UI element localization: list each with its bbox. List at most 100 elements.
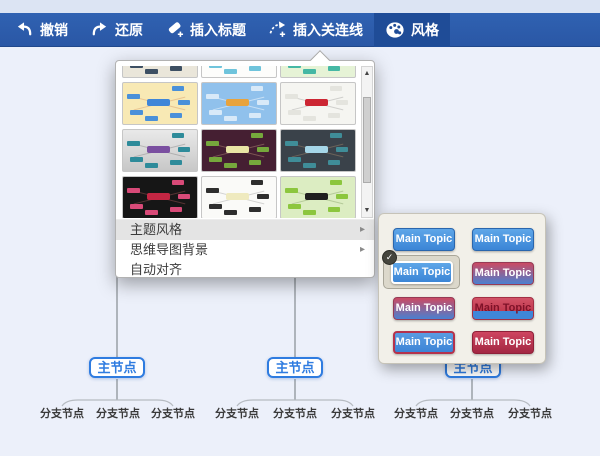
scroll-up-icon[interactable]: ▲	[362, 67, 372, 80]
thumbnail-branch-node	[327, 113, 341, 119]
thumbnail-branch-node	[169, 207, 183, 213]
thumbnail-branch-node	[303, 209, 316, 215]
thumbnail-branch-node	[248, 113, 262, 119]
thumbnail-branch-node	[224, 68, 237, 74]
undo-button[interactable]: 撤销	[4, 13, 79, 47]
thumbnail-branch-node	[329, 86, 343, 92]
main-topic-style-option-selected[interactable]: Main Topic	[391, 261, 453, 284]
branch-node[interactable]: 分支节点	[149, 405, 197, 421]
thumbnail-branch-node	[206, 93, 220, 99]
main-topic-style-option[interactable]: Main Topic	[472, 331, 534, 354]
theme-thumbnail[interactable]	[280, 129, 356, 172]
window-top-strip	[0, 0, 600, 13]
main-topic-style-option[interactable]: Main Topic	[393, 228, 455, 251]
main-topic-style-option[interactable]: Main Topic	[472, 262, 534, 285]
theme-thumbnail[interactable]	[280, 176, 356, 218]
theme-thumbnail[interactable]	[122, 129, 198, 172]
thumbnail-branch-node	[256, 147, 270, 153]
main-topic-style-option[interactable]: Main Topic	[472, 228, 534, 251]
branch-node[interactable]: 分支节点	[94, 405, 142, 421]
menu-item-mindmap-background[interactable]: 思维导图背景 ▸	[116, 240, 374, 260]
insert-title-button[interactable]: 插入标题	[154, 13, 257, 47]
theme-thumbnail[interactable]	[280, 82, 356, 125]
scroll-down-icon[interactable]: ▼	[362, 204, 372, 217]
thumbnail-branch-node	[169, 160, 183, 166]
thumbnail-branch-node	[285, 140, 299, 146]
thumbnail-branch-node	[145, 209, 158, 215]
mindmap-app-window: 撤销 还原 插入标题 插入关连线 风格 主节点 主节点 主节点 分支节点 分支节…	[0, 0, 600, 456]
thumbnail-branch-node	[169, 113, 183, 119]
thumbnail-branch-node	[327, 160, 341, 166]
thumbnail-branch-node	[285, 187, 299, 193]
branch-node[interactable]: 分支节点	[392, 405, 440, 421]
menu-item-label: 思维导图背景	[130, 242, 209, 257]
theme-thumbnail[interactable]	[122, 176, 198, 218]
scrollbar-thumb[interactable]	[363, 97, 371, 183]
thumbnail-branch-node	[177, 194, 191, 200]
thumbnail-branch-node	[206, 187, 220, 193]
theme-scrollbar[interactable]: ▲ ▼	[361, 66, 373, 218]
thumbnail-branch-node	[177, 147, 191, 153]
redo-icon	[90, 20, 109, 39]
theme-thumbnail[interactable]	[201, 66, 277, 78]
main-toolbar: 撤销 还原 插入标题 插入关连线 风格	[0, 12, 600, 47]
main-topic-style-option[interactable]: Main Topic	[393, 331, 455, 354]
branch-node[interactable]: 分支节点	[213, 405, 261, 421]
mindmap-canvas[interactable]: 主节点 主节点 主节点 分支节点 分支节点 分支节点 分支节点 分支节点 分支节…	[0, 48, 600, 456]
thumbnail-branch-node	[256, 194, 270, 200]
thumbnail-branch-node	[335, 194, 349, 200]
menu-item-auto-align[interactable]: 自动对齐	[116, 260, 374, 280]
theme-thumbnail[interactable]	[201, 129, 277, 172]
insert-title-icon	[165, 20, 184, 39]
style-dropdown-panel: ▲ ▼ 主题风格 ▸ 思维导图背景 ▸ 自动对齐	[115, 50, 375, 280]
thumbnail-branch-node	[288, 110, 301, 115]
undo-icon	[15, 20, 34, 39]
thumbnail-branch-node	[248, 160, 262, 166]
branch-node[interactable]: 分支节点	[506, 405, 554, 421]
insert-title-label: 插入标题	[190, 21, 246, 38]
thumbnail-branch-node	[130, 157, 143, 162]
thumbnail-branch-node	[209, 157, 222, 162]
menu-item-label: 主题风格	[130, 222, 183, 237]
thumbnail-branch-node	[130, 66, 143, 68]
thumbnail-branch-node	[248, 66, 262, 72]
menu-item-theme-style[interactable]: 主题风格 ▸	[116, 220, 374, 240]
thumbnail-branch-node	[327, 66, 341, 72]
submenu-caret-icon: ▸	[359, 244, 365, 255]
thumbnail-branch-node	[288, 157, 301, 162]
main-topic-style-option[interactable]: Main Topic	[472, 297, 534, 320]
style-button[interactable]: 风格	[374, 12, 450, 47]
thumbnail-branch-node	[209, 66, 222, 68]
thumbnail-branch-node	[145, 115, 158, 121]
thumbnail-center-node	[147, 99, 170, 107]
insert-connector-button[interactable]: 插入关连线	[257, 13, 374, 47]
thumbnail-branch-node	[145, 162, 158, 168]
main-topic-style-option[interactable]: Main Topic	[393, 297, 455, 320]
thumbnail-center-node	[147, 146, 170, 154]
thumbnail-branch-node	[209, 204, 222, 209]
theme-thumbnail[interactable]	[201, 176, 277, 218]
thumbnail-branch-node	[303, 115, 316, 121]
thumbnail-center-node	[226, 193, 249, 201]
thumbnail-branch-node	[250, 133, 264, 139]
theme-thumbnail[interactable]	[122, 66, 198, 78]
theme-style-submenu: ✓ Main Topic Main Topic Main Topic Main …	[378, 213, 546, 364]
branch-node[interactable]: 分支节点	[271, 405, 319, 421]
branch-node[interactable]: 分支节点	[448, 405, 496, 421]
thumbnail-branch-node	[248, 207, 262, 213]
theme-thumbnail[interactable]	[122, 82, 198, 125]
theme-thumbnail[interactable]	[280, 66, 356, 78]
thumbnail-branch-node	[335, 100, 349, 106]
thumbnail-branch-node	[171, 86, 185, 92]
thumbnail-branch-node	[303, 68, 316, 74]
branch-node[interactable]: 分支节点	[329, 405, 377, 421]
redo-button[interactable]: 还原	[79, 13, 154, 47]
main-node[interactable]: 主节点	[267, 357, 323, 378]
thumbnail-branch-node	[224, 162, 237, 168]
theme-thumbnail[interactable]	[201, 82, 277, 125]
thumbnail-branch-node	[130, 204, 143, 209]
main-node[interactable]: 主节点	[89, 357, 145, 378]
branch-node[interactable]: 分支节点	[38, 405, 86, 421]
thumbnail-center-node	[305, 193, 328, 201]
thumbnail-branch-node	[127, 187, 141, 193]
